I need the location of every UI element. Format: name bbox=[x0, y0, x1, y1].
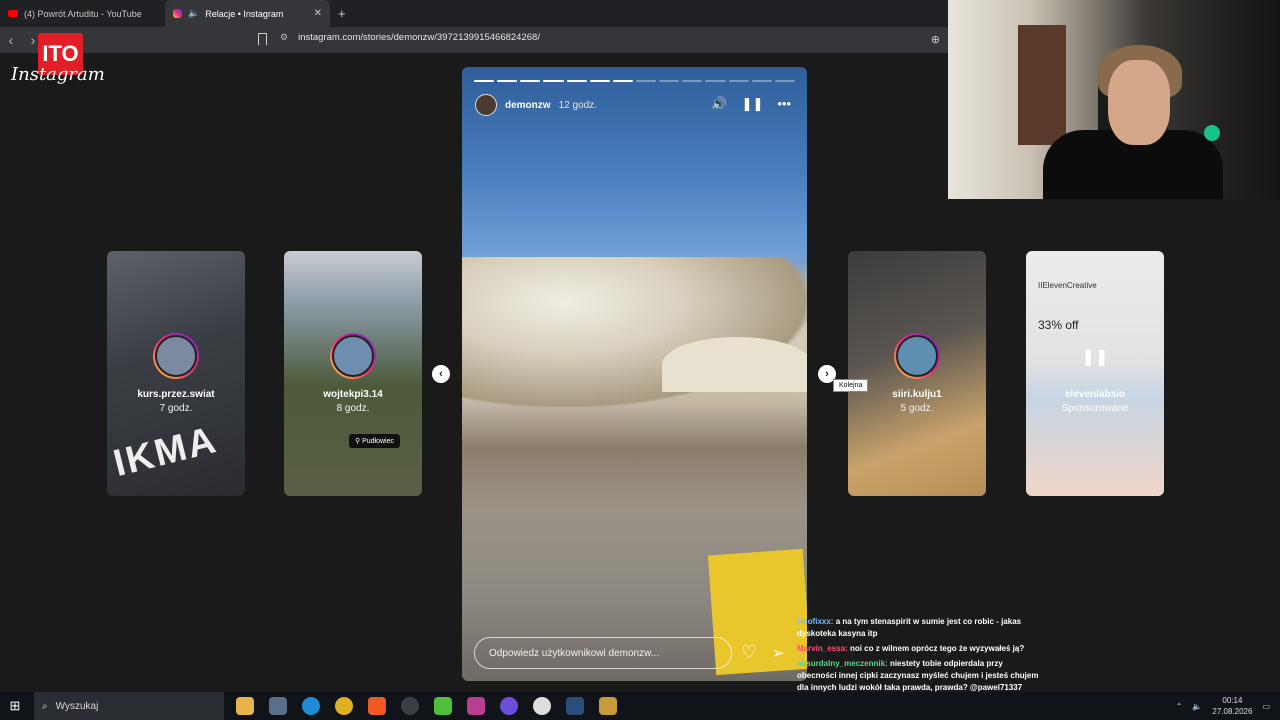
file-explorer-icon[interactable] bbox=[236, 697, 254, 715]
progress-segment bbox=[659, 80, 680, 82]
ad-promo: 33% off bbox=[1038, 318, 1079, 332]
notifications-icon[interactable]: ▭ bbox=[1262, 702, 1270, 711]
steam-icon[interactable] bbox=[566, 697, 584, 715]
search-icon: ⌕ bbox=[42, 700, 48, 712]
story-username: wojtekpi3.14 bbox=[323, 389, 383, 400]
avatar bbox=[153, 333, 199, 379]
browser-tabbar: (4) Powrót Artuditu - YouTube 🔈 Relacje … bbox=[0, 0, 948, 27]
app-icon[interactable] bbox=[599, 697, 617, 715]
progress-segment bbox=[705, 80, 726, 82]
tab-title: (4) Powrót Artuditu - YouTube bbox=[24, 8, 142, 19]
progress-segment bbox=[474, 80, 495, 82]
tab-title: Relacje • Instagram bbox=[205, 8, 284, 19]
webcam-feed bbox=[948, 0, 1280, 199]
new-tab-button[interactable]: + bbox=[338, 6, 346, 21]
location-badge: ⚲ Pudłowiec bbox=[349, 434, 400, 448]
story-card-siiri[interactable]: siiri.kulju1 5 godz. bbox=[848, 251, 986, 496]
reply-input[interactable]: Odpowiedz użytkownikowi demonzw... bbox=[474, 637, 732, 669]
stream-chat: Hoofixxx: a na tym stenaspirit w sumie j… bbox=[797, 616, 1042, 697]
story-photo-umbrella bbox=[662, 337, 807, 392]
chrome-icon[interactable] bbox=[335, 697, 353, 715]
clock[interactable]: 00:14 27.08.2026 bbox=[1212, 695, 1252, 717]
story-time: 8 godz. bbox=[336, 403, 370, 414]
chevron-up-icon[interactable]: ⌃ bbox=[1176, 702, 1183, 711]
taskbar: ⊞ ⌕ Wyszukaj ⌃ 🔈 00:14 27.08.2026 ▭ bbox=[0, 692, 1280, 720]
zoom-icon[interactable]: ⊕ bbox=[931, 33, 940, 46]
story-username[interactable]: demonzw bbox=[505, 100, 551, 111]
progress-segment bbox=[635, 80, 657, 82]
chat-message: Marvin_essa: noi co z wilnem oprócz tego… bbox=[797, 644, 1025, 653]
edge-icon[interactable] bbox=[302, 697, 320, 715]
discord-icon[interactable] bbox=[500, 697, 518, 715]
system-tray: ⌃ 🔈 00:14 27.08.2026 ▭ bbox=[1176, 695, 1270, 717]
avatar bbox=[894, 333, 940, 379]
volume-icon[interactable]: 🔊 bbox=[711, 96, 727, 112]
main-story[interactable]: demonzw 12 godz. 🔊 ❚❚ ••• Odpowiedz użyt… bbox=[462, 67, 807, 681]
progress-segment bbox=[566, 80, 587, 82]
progress-segment bbox=[497, 80, 518, 82]
close-tab-icon[interactable]: ✕ bbox=[314, 8, 322, 19]
windows-start-icon[interactable]: ⊞ bbox=[0, 698, 30, 714]
story-card-elevenlabs[interactable]: IIElevenCreative 33% off ❚❚ elevenlabsio… bbox=[1026, 251, 1164, 496]
app-icon[interactable] bbox=[533, 697, 551, 715]
next-tooltip: Kolejna bbox=[833, 379, 869, 392]
bookmark-icon[interactable] bbox=[258, 33, 267, 45]
chat-message: Hoofixxx: a na tym stenaspirit w sumie j… bbox=[797, 617, 1022, 638]
story-card-wojtek[interactable]: wojtekpi3.14 8 godz. ⚲ Pudłowiec bbox=[284, 251, 422, 496]
avatar bbox=[330, 333, 376, 379]
story-username: kurs.przez.swiat bbox=[137, 389, 215, 400]
app-icon[interactable] bbox=[434, 697, 452, 715]
progress-segment bbox=[612, 80, 633, 82]
volume-icon[interactable]: 🔈 bbox=[1192, 702, 1202, 711]
progress-segment bbox=[520, 80, 541, 82]
speaker-icon[interactable]: 🔈 bbox=[188, 8, 199, 19]
story-time: 5 godz. bbox=[900, 403, 934, 414]
ad-brand: IIElevenCreative bbox=[1038, 281, 1097, 290]
story-controls: 🔊 ❚❚ ••• bbox=[711, 96, 791, 112]
progress-segment bbox=[751, 80, 772, 82]
decorative-image: IKMA bbox=[109, 418, 222, 486]
address-bar: ‹ › ⚙ instagram.com/stories/demonzw/3972… bbox=[0, 27, 948, 53]
progress-segment bbox=[774, 80, 795, 82]
brave-icon[interactable] bbox=[368, 697, 386, 715]
app-icon[interactable] bbox=[467, 697, 485, 715]
instagram-icon bbox=[173, 9, 182, 18]
chat-message: absurdalny_meczennik: niestety tobie odp… bbox=[797, 659, 1039, 692]
story-time: 12 godz. bbox=[558, 99, 597, 111]
story-username: elevenlabsio bbox=[1064, 389, 1126, 400]
story-username: siiri.kulju1 bbox=[892, 389, 942, 400]
progress-segment bbox=[543, 80, 564, 82]
heart-icon[interactable]: ♡ bbox=[741, 642, 757, 663]
send-icon[interactable]: ➢ bbox=[772, 644, 785, 662]
instagram-logo[interactable]: Instagram bbox=[11, 64, 105, 85]
story-time: 7 godz. bbox=[159, 403, 193, 414]
more-options-icon[interactable]: ••• bbox=[777, 96, 791, 112]
search-placeholder: Wyszukaj bbox=[55, 700, 99, 712]
pause-icon[interactable]: ❚❚ bbox=[742, 96, 764, 112]
site-info-icon[interactable]: ⚙ bbox=[280, 32, 288, 43]
screen: (4) Powrót Artuditu - YouTube 🔈 Relacje … bbox=[0, 0, 1280, 720]
tab-youtube[interactable]: (4) Powrót Artuditu - YouTube bbox=[0, 0, 165, 27]
previous-story-button[interactable]: ‹ bbox=[432, 365, 450, 383]
pause-icon[interactable]: ❚❚ bbox=[1079, 341, 1111, 373]
url-field[interactable]: instagram.com/stories/demonzw/3972139915… bbox=[298, 32, 540, 43]
progress-segment bbox=[728, 80, 749, 82]
sponsored-label: Sponsorowane bbox=[1061, 403, 1129, 414]
youtube-icon bbox=[8, 10, 18, 17]
app-icon[interactable] bbox=[269, 697, 287, 715]
back-icon[interactable]: ‹ bbox=[0, 32, 22, 48]
obs-icon[interactable] bbox=[401, 697, 419, 715]
tab-instagram[interactable]: 🔈 Relacje • Instagram ✕ bbox=[165, 0, 330, 27]
story-card-kurs[interactable]: kurs.przez.swiat 7 godz. IKMA bbox=[107, 251, 245, 496]
story-progress bbox=[474, 80, 795, 82]
avatar[interactable] bbox=[475, 94, 497, 116]
taskbar-search[interactable]: ⌕ Wyszukaj bbox=[34, 692, 224, 720]
progress-segment bbox=[682, 80, 703, 82]
story-header: demonzw 12 godz. bbox=[475, 94, 597, 116]
progress-segment bbox=[589, 80, 610, 82]
